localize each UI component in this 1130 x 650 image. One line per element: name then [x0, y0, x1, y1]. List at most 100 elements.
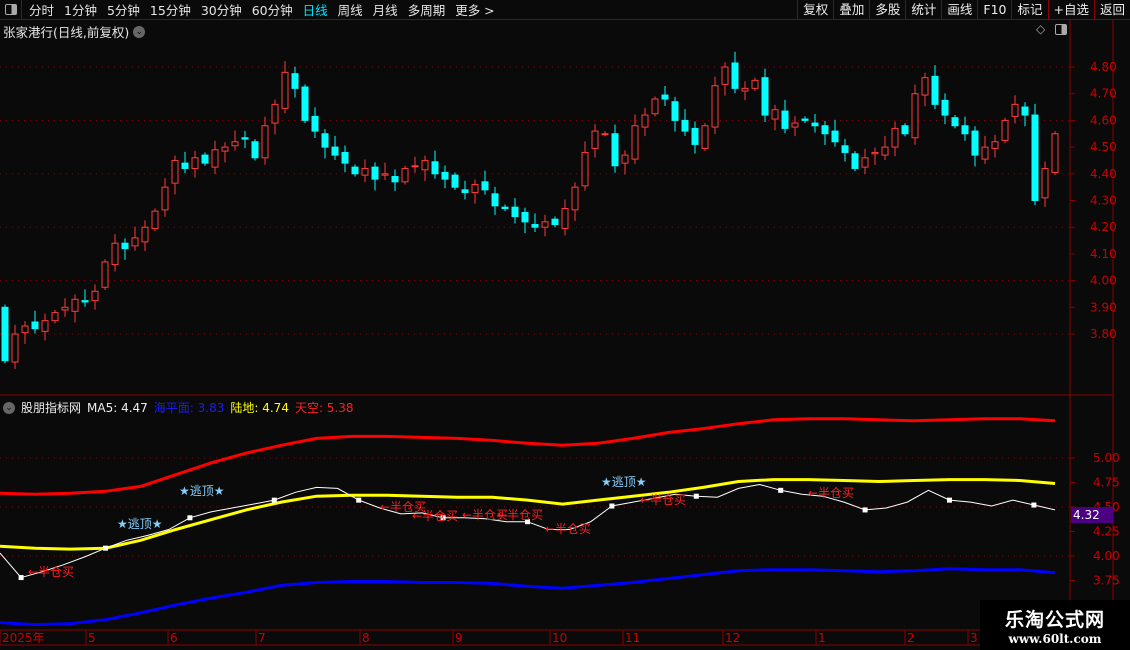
price-tick-label: 4.50 — [1090, 140, 1117, 154]
candle — [681, 109, 689, 136]
ma5-marker — [947, 497, 952, 503]
candle — [941, 93, 949, 125]
date-axis-label: 2 — [907, 631, 915, 645]
half-position-buy-signal: ←半仓买 — [808, 486, 855, 500]
candle — [351, 164, 359, 177]
price-tick-label: 3.90 — [1090, 300, 1117, 314]
candle — [101, 259, 109, 290]
watermark-url: www.60lt.com — [1008, 632, 1102, 646]
candle — [641, 108, 649, 137]
sky-value: 天空: 5.38 — [294, 401, 354, 415]
candle — [911, 84, 919, 145]
candle — [451, 172, 459, 190]
candle — [1011, 95, 1019, 124]
ma5-marker — [18, 575, 24, 581]
date-axis-label: 5 — [88, 631, 96, 645]
candle — [601, 131, 609, 137]
candle — [481, 170, 489, 195]
indicator-header: ⌄ 股朋指标网 MA5: 4.47 海平面: 3.83 陆地: 4.74 天空:… — [3, 399, 354, 416]
series-line-sea — [0, 567, 1056, 627]
date-axis-label: 2025年 — [2, 631, 45, 645]
candle — [71, 294, 79, 323]
candle — [581, 141, 589, 191]
escape-top-signal: ★逃顶★ — [179, 484, 225, 498]
candle — [91, 284, 99, 310]
candle — [701, 123, 709, 152]
chevron-down-icon[interactable]: ⌄ — [3, 401, 15, 414]
ma5-marker — [1031, 502, 1037, 508]
candle — [131, 226, 139, 251]
candle — [711, 76, 719, 135]
candle — [501, 204, 509, 212]
candle — [821, 120, 829, 145]
series-line-sky — [0, 417, 1056, 496]
chart-canvas[interactable]: 4.80 4.70 4.60 4.50 4.40 4.30 4.20 4.10 4.00 3.90… — [0, 0, 1130, 650]
candle — [1001, 117, 1009, 144]
candle — [321, 128, 329, 159]
candle — [1, 304, 9, 364]
candle — [811, 113, 819, 133]
candle — [571, 182, 579, 222]
candle — [521, 207, 529, 234]
price-tick-label: 4.60 — [1090, 113, 1117, 127]
candle — [231, 130, 239, 151]
candle — [441, 165, 449, 189]
candle — [881, 135, 889, 160]
candle — [341, 145, 349, 173]
candle — [981, 135, 989, 164]
date-axis-label: 12 — [725, 631, 740, 645]
candle — [381, 162, 389, 180]
candle — [1051, 131, 1059, 176]
candle — [1041, 161, 1049, 207]
candle — [391, 169, 399, 191]
indicator-name: 股朋指标网 — [21, 401, 82, 415]
watermark-logo: 乐淘公式网 www.60lt.com — [980, 600, 1130, 650]
escape-top-signal: ★逃顶★ — [601, 475, 647, 489]
candle — [411, 156, 419, 173]
candle — [251, 139, 259, 161]
cursor-value-label: 4.32 — [1071, 507, 1113, 523]
half-position-buy-signal: ←半仓买 — [497, 508, 544, 522]
ma5-marker — [862, 507, 868, 513]
ma5-marker — [609, 503, 615, 509]
candle — [471, 179, 479, 204]
candle — [931, 65, 939, 110]
candle — [21, 321, 29, 344]
indicator-tick-label: 4.75 — [1093, 476, 1120, 490]
price-tick-label: 4.10 — [1090, 247, 1117, 261]
candle — [831, 119, 839, 147]
candle — [971, 126, 979, 167]
candle — [991, 134, 999, 158]
price-tick-label: 3.80 — [1090, 327, 1117, 341]
candle — [1021, 102, 1029, 127]
candle — [161, 178, 169, 217]
half-position-buy-signal: ←半仓买 — [28, 565, 75, 579]
indicator-tick-label: 5.00 — [1093, 451, 1120, 465]
indicator-tick-label: 3.75 — [1093, 574, 1120, 588]
price-tick-label: 4.30 — [1090, 194, 1117, 208]
candle — [181, 151, 189, 174]
candle — [31, 310, 39, 334]
candle — [531, 213, 539, 233]
candle — [661, 85, 669, 106]
candle — [121, 238, 129, 260]
price-tick-label: 4.70 — [1090, 87, 1117, 101]
price-tick-label: 4.00 — [1090, 274, 1117, 288]
candle — [301, 84, 309, 124]
date-axis-label: 1 — [818, 631, 826, 645]
candle — [361, 159, 369, 183]
candle — [81, 289, 89, 307]
ma5-marker — [103, 545, 108, 551]
candle — [41, 313, 49, 341]
candle — [211, 140, 219, 175]
date-axis-label: 8 — [362, 631, 370, 645]
candle — [631, 114, 639, 164]
candle — [861, 148, 869, 175]
half-position-buy-signal: ←半仓买 — [412, 509, 459, 523]
candle — [951, 115, 959, 129]
candle — [11, 324, 19, 369]
ma5-marker — [356, 497, 362, 503]
candle — [371, 162, 379, 191]
candle — [781, 99, 789, 134]
date-axis-label: 10 — [552, 631, 567, 645]
